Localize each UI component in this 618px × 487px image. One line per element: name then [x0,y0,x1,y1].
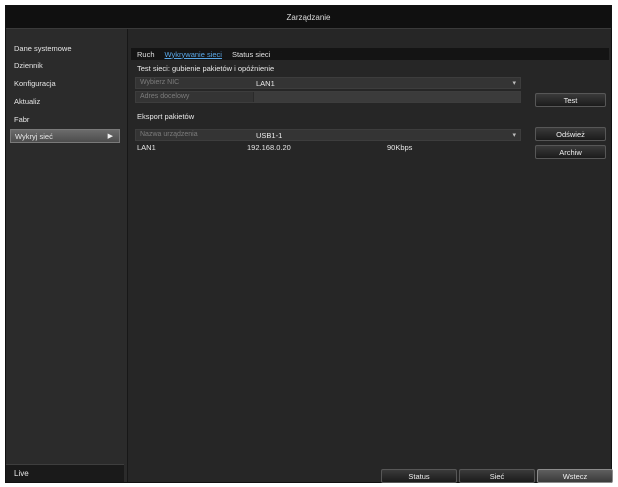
sidebar-item-label: Dziennik [14,60,43,70]
nic-select-value: LAN1 [256,79,275,88]
tab-network-status[interactable]: Status sieci [232,50,270,59]
export-section-title: Eksport pakietów [137,112,195,121]
test-button[interactable]: Test [535,93,606,107]
target-address-row: Adres docelowy [135,91,521,103]
chevron-down-icon: ▾ [512,132,516,139]
sidebar-item-network-detection[interactable]: Wykryj sieć ▶ [10,129,120,143]
device-select-label: Nazwa urządzenia [140,131,198,138]
test-section-title: Test sieci: gubienie pakietów i opóźnien… [137,64,275,73]
nic-select-label: Wybierz NIC [140,79,180,86]
tab-network-detection[interactable]: Wykrywanie sieci [165,50,222,59]
live-button[interactable]: Live [6,464,124,482]
sidebar-item-label: Fabr [14,114,30,124]
network-button[interactable]: Sieć [459,469,535,483]
sidebar-item-system-info[interactable]: Dane systemowe [10,41,120,55]
sidebar-item-log[interactable]: Dziennik [10,58,120,72]
sidebar-item-configuration[interactable]: Konfiguracja [10,76,120,90]
tab-traffic[interactable]: Ruch [137,50,155,59]
device-select-value: USB1-1 [256,131,283,140]
packet-row-interface: LAN1 [137,143,156,152]
management-window: Zarządzanie Dane systemowe Dziennik Konf… [5,5,613,483]
sidebar: Dane systemowe Dziennik Konfiguracja Akt… [6,29,128,482]
chevron-down-icon: ▾ [512,80,516,87]
sidebar-item-update[interactable]: Aktualiz [10,94,120,108]
nic-select-row[interactable]: Wybierz NIC LAN1 ▾ [135,77,521,89]
main-content: Ruch Wykrywanie sieci Status sieci Test … [129,29,613,483]
back-button[interactable]: Wstecz [537,469,613,483]
target-address-input[interactable] [253,92,520,102]
status-button[interactable]: Status [381,469,457,483]
sidebar-item-factory[interactable]: Fabr [10,112,120,126]
window-title: Zarządzanie [6,6,611,29]
tab-bar: Ruch Wykrywanie sieci Status sieci [131,48,609,60]
target-address-label: Adres docelowy [140,93,190,100]
sidebar-item-label: Dane systemowe [14,43,72,53]
archive-button[interactable]: Archiw [535,145,606,159]
refresh-button[interactable]: Odśwież [535,127,606,141]
packet-row-ip: 192.168.0.20 [247,143,291,152]
device-select-row[interactable]: Nazwa urządzenia USB1-1 ▾ [135,129,521,141]
sidebar-item-label: Konfiguracja [14,78,56,88]
sidebar-item-label: Aktualiz [14,96,41,106]
chevron-right-icon: ▶ [107,133,113,140]
sidebar-item-label: Wykryj sieć [15,131,53,141]
packet-row-rate: 90Kbps [387,143,413,152]
